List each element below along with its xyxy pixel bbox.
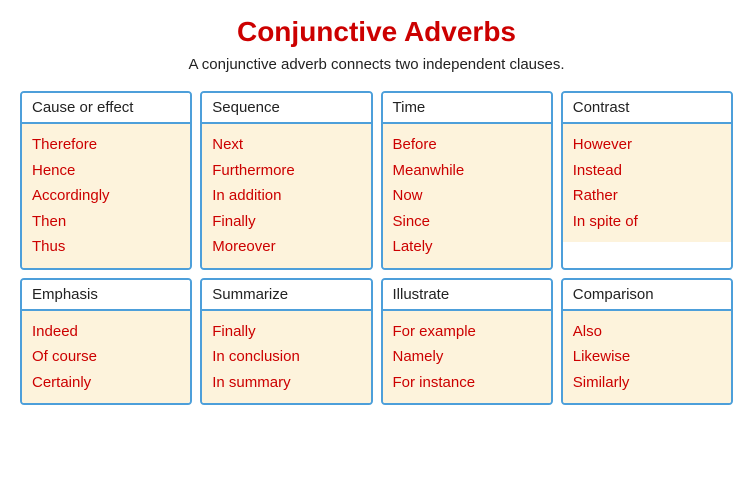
- card-body-contrast: HoweverInsteadRatherIn spite of: [563, 124, 731, 242]
- list-item: Lately: [393, 234, 541, 260]
- list-item: Finally: [212, 319, 360, 345]
- card-summarize: SummarizeFinallyIn conclusionIn summary: [200, 278, 372, 406]
- list-item: Therefore: [32, 132, 180, 158]
- page-title: Conjunctive Adverbs: [20, 16, 733, 48]
- list-item: Similarly: [573, 370, 721, 396]
- card-body-emphasis: IndeedOf courseCertainly: [22, 311, 190, 404]
- list-item: Next: [212, 132, 360, 158]
- list-item: Finally: [212, 209, 360, 235]
- list-item: Also: [573, 319, 721, 345]
- card-header-time: Time: [383, 93, 551, 124]
- list-item: Accordingly: [32, 183, 180, 209]
- list-item: Indeed: [32, 319, 180, 345]
- list-item: Namely: [393, 344, 541, 370]
- card-body-illustrate: For exampleNamelyFor instance: [383, 311, 551, 404]
- list-item: Moreover: [212, 234, 360, 260]
- card-comparison: ComparisonAlsoLikewiseSimilarly: [561, 278, 733, 406]
- card-body-comparison: AlsoLikewiseSimilarly: [563, 311, 731, 404]
- list-item: Of course: [32, 344, 180, 370]
- card-header-illustrate: Illustrate: [383, 280, 551, 311]
- card-header-comparison: Comparison: [563, 280, 731, 311]
- list-item: Thus: [32, 234, 180, 260]
- list-item: In conclusion: [212, 344, 360, 370]
- card-sequence: SequenceNextFurthermoreIn additionFinall…: [200, 91, 372, 270]
- card-illustrate: IllustrateFor exampleNamelyFor instance: [381, 278, 553, 406]
- card-header-emphasis: Emphasis: [22, 280, 190, 311]
- card-body-summarize: FinallyIn conclusionIn summary: [202, 311, 370, 404]
- card-cause-effect: Cause or effectThereforeHenceAccordingly…: [20, 91, 192, 270]
- card-body-time: BeforeMeanwhileNowSinceLately: [383, 124, 551, 268]
- card-contrast: ContrastHoweverInsteadRatherIn spite of: [561, 91, 733, 270]
- list-item: Furthermore: [212, 158, 360, 184]
- card-header-cause-effect: Cause or effect: [22, 93, 190, 124]
- card-time: TimeBeforeMeanwhileNowSinceLately: [381, 91, 553, 270]
- card-body-sequence: NextFurthermoreIn additionFinallyMoreove…: [202, 124, 370, 268]
- card-header-contrast: Contrast: [563, 93, 731, 124]
- cards-grid: Cause or effectThereforeHenceAccordingly…: [20, 91, 733, 405]
- list-item: Then: [32, 209, 180, 235]
- list-item: In addition: [212, 183, 360, 209]
- card-header-summarize: Summarize: [202, 280, 370, 311]
- list-item: For instance: [393, 370, 541, 396]
- list-item: Certainly: [32, 370, 180, 396]
- list-item: Meanwhile: [393, 158, 541, 184]
- list-item: However: [573, 132, 721, 158]
- list-item: Before: [393, 132, 541, 158]
- card-header-sequence: Sequence: [202, 93, 370, 124]
- list-item: Instead: [573, 158, 721, 184]
- list-item: For example: [393, 319, 541, 345]
- list-item: In spite of: [573, 209, 721, 235]
- list-item: Likewise: [573, 344, 721, 370]
- list-item: In summary: [212, 370, 360, 396]
- list-item: Hence: [32, 158, 180, 184]
- list-item: Rather: [573, 183, 721, 209]
- list-item: Now: [393, 183, 541, 209]
- subtitle: A conjunctive adverb connects two indepe…: [20, 56, 733, 73]
- card-emphasis: EmphasisIndeedOf courseCertainly: [20, 278, 192, 406]
- list-item: Since: [393, 209, 541, 235]
- card-body-cause-effect: ThereforeHenceAccordinglyThenThus: [22, 124, 190, 268]
